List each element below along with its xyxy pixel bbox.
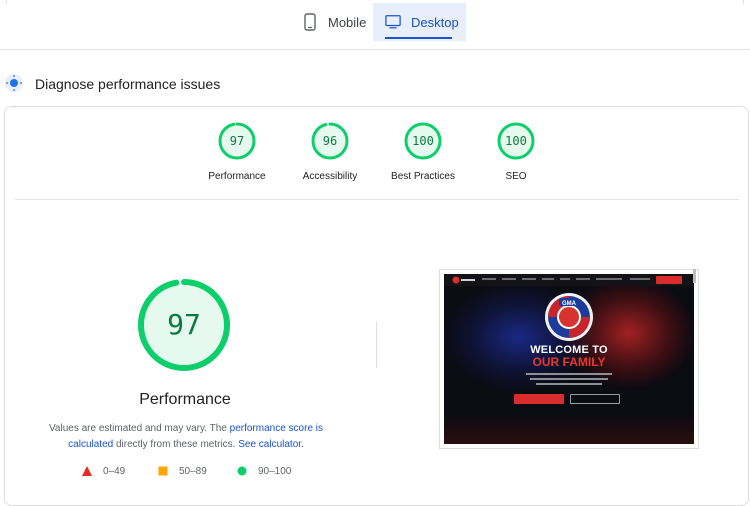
screenshot-scrollbar[interactable] <box>693 269 696 283</box>
gauge-ring: 100 <box>496 121 536 161</box>
gauge-ring: 96 <box>310 121 350 161</box>
screenshot-nav-link <box>560 278 570 280</box>
note-text-1: Values are estimated and may vary. The <box>48 423 230 434</box>
device-tab-bar: Mobile Desktop <box>0 0 750 50</box>
tab-mobile-label: Mobile <box>328 14 367 30</box>
tab-desktop-underline <box>385 37 452 39</box>
gauge-ring: 97 <box>217 121 257 161</box>
screenshot-blurb-line <box>536 383 602 385</box>
main-gauge-label: Performance <box>139 391 231 408</box>
screenshot-nav-link <box>502 278 516 280</box>
monitor-icon <box>385 13 401 31</box>
note-text-2: directly from these metrics. <box>113 439 239 450</box>
screenshot-blurb-line <box>530 378 608 380</box>
tab-desktop-label: Desktop <box>411 14 459 30</box>
main-performance-gauge: 97 <box>136 277 232 373</box>
page-screenshot: GMA WELCOME TO OUR FAMILY <box>439 269 699 449</box>
gauge-score: 100 <box>412 134 434 148</box>
diagnose-icon <box>4 73 24 93</box>
screenshot-nav-link <box>482 278 496 280</box>
square-icon <box>157 465 169 477</box>
legend-pass-label: 90–100 <box>258 465 292 477</box>
gauge-seo[interactable]: 100 SEO <box>466 121 566 182</box>
screenshot-nav <box>444 274 694 286</box>
circle-icon <box>236 465 248 477</box>
screenshot-emblem: GMA <box>545 293 593 341</box>
tab-desktop[interactable]: Desktop <box>373 3 466 41</box>
score-legend: 0–49 50–89 90–100 <box>81 465 311 481</box>
score-note: Values are estimated and may vary. The p… <box>41 421 331 453</box>
tab-mobile[interactable]: Mobile <box>296 3 372 41</box>
screenshot-nav-link <box>596 278 622 280</box>
legend-fail: 0–49 <box>81 465 125 477</box>
calculator-link[interactable]: See calculator. <box>238 439 304 450</box>
gauge-performance[interactable]: 97 Performance <box>187 121 287 182</box>
screenshot-trial-button <box>514 394 564 404</box>
screenshot-logo-text: GMA <box>562 301 577 307</box>
section-header: Diagnose performance issues <box>0 70 750 98</box>
screenshot-nav-link <box>522 278 536 280</box>
card-divider <box>15 199 739 200</box>
gauge-label: Best Practices <box>391 171 455 182</box>
legend-average: 50–89 <box>157 465 207 477</box>
screenshot-blurb-line <box>526 373 612 375</box>
gauge-score: 96 <box>322 134 338 148</box>
legend-average-label: 50–89 <box>179 465 207 477</box>
gauge-label: Accessibility <box>302 171 358 182</box>
category-gauges: 97 Performance 96 Accessibility 100 Best… <box>5 121 750 193</box>
screenshot-nav-link <box>576 278 590 280</box>
legend-pass: 90–100 <box>236 465 291 477</box>
vertical-separator <box>376 322 377 368</box>
smartphone-icon <box>302 13 318 31</box>
gauge-label: Performance <box>208 171 266 182</box>
screenshot-nav-logo <box>452 276 475 284</box>
screenshot-fade <box>444 414 694 444</box>
triangle-icon <box>81 465 93 477</box>
gauge-label: SEO <box>505 171 527 182</box>
gauge-score: 100 <box>505 134 527 148</box>
screenshot-nav-link <box>630 278 650 280</box>
screenshot-image: GMA WELCOME TO OUR FAMILY <box>444 274 694 444</box>
section-title: Diagnose performance issues <box>35 76 221 92</box>
legend-fail-label: 0–49 <box>103 465 126 477</box>
main-gauge-score: 97 <box>167 308 201 341</box>
screenshot-nav-cta <box>656 276 682 284</box>
gauge-best-practices[interactable]: 100 Best Practices <box>373 121 473 182</box>
screenshot-nav-link <box>542 278 554 280</box>
screenshot-video-button <box>570 394 620 404</box>
screenshot-hero-line2: OUR FAMILY <box>532 355 606 369</box>
gauge-accessibility[interactable]: 96 Accessibility <box>280 121 380 182</box>
report-card: 97 Performance 96 Accessibility 100 Best… <box>4 106 749 506</box>
gauge-score: 97 <box>229 134 245 148</box>
gauge-ring: 100 <box>403 121 443 161</box>
